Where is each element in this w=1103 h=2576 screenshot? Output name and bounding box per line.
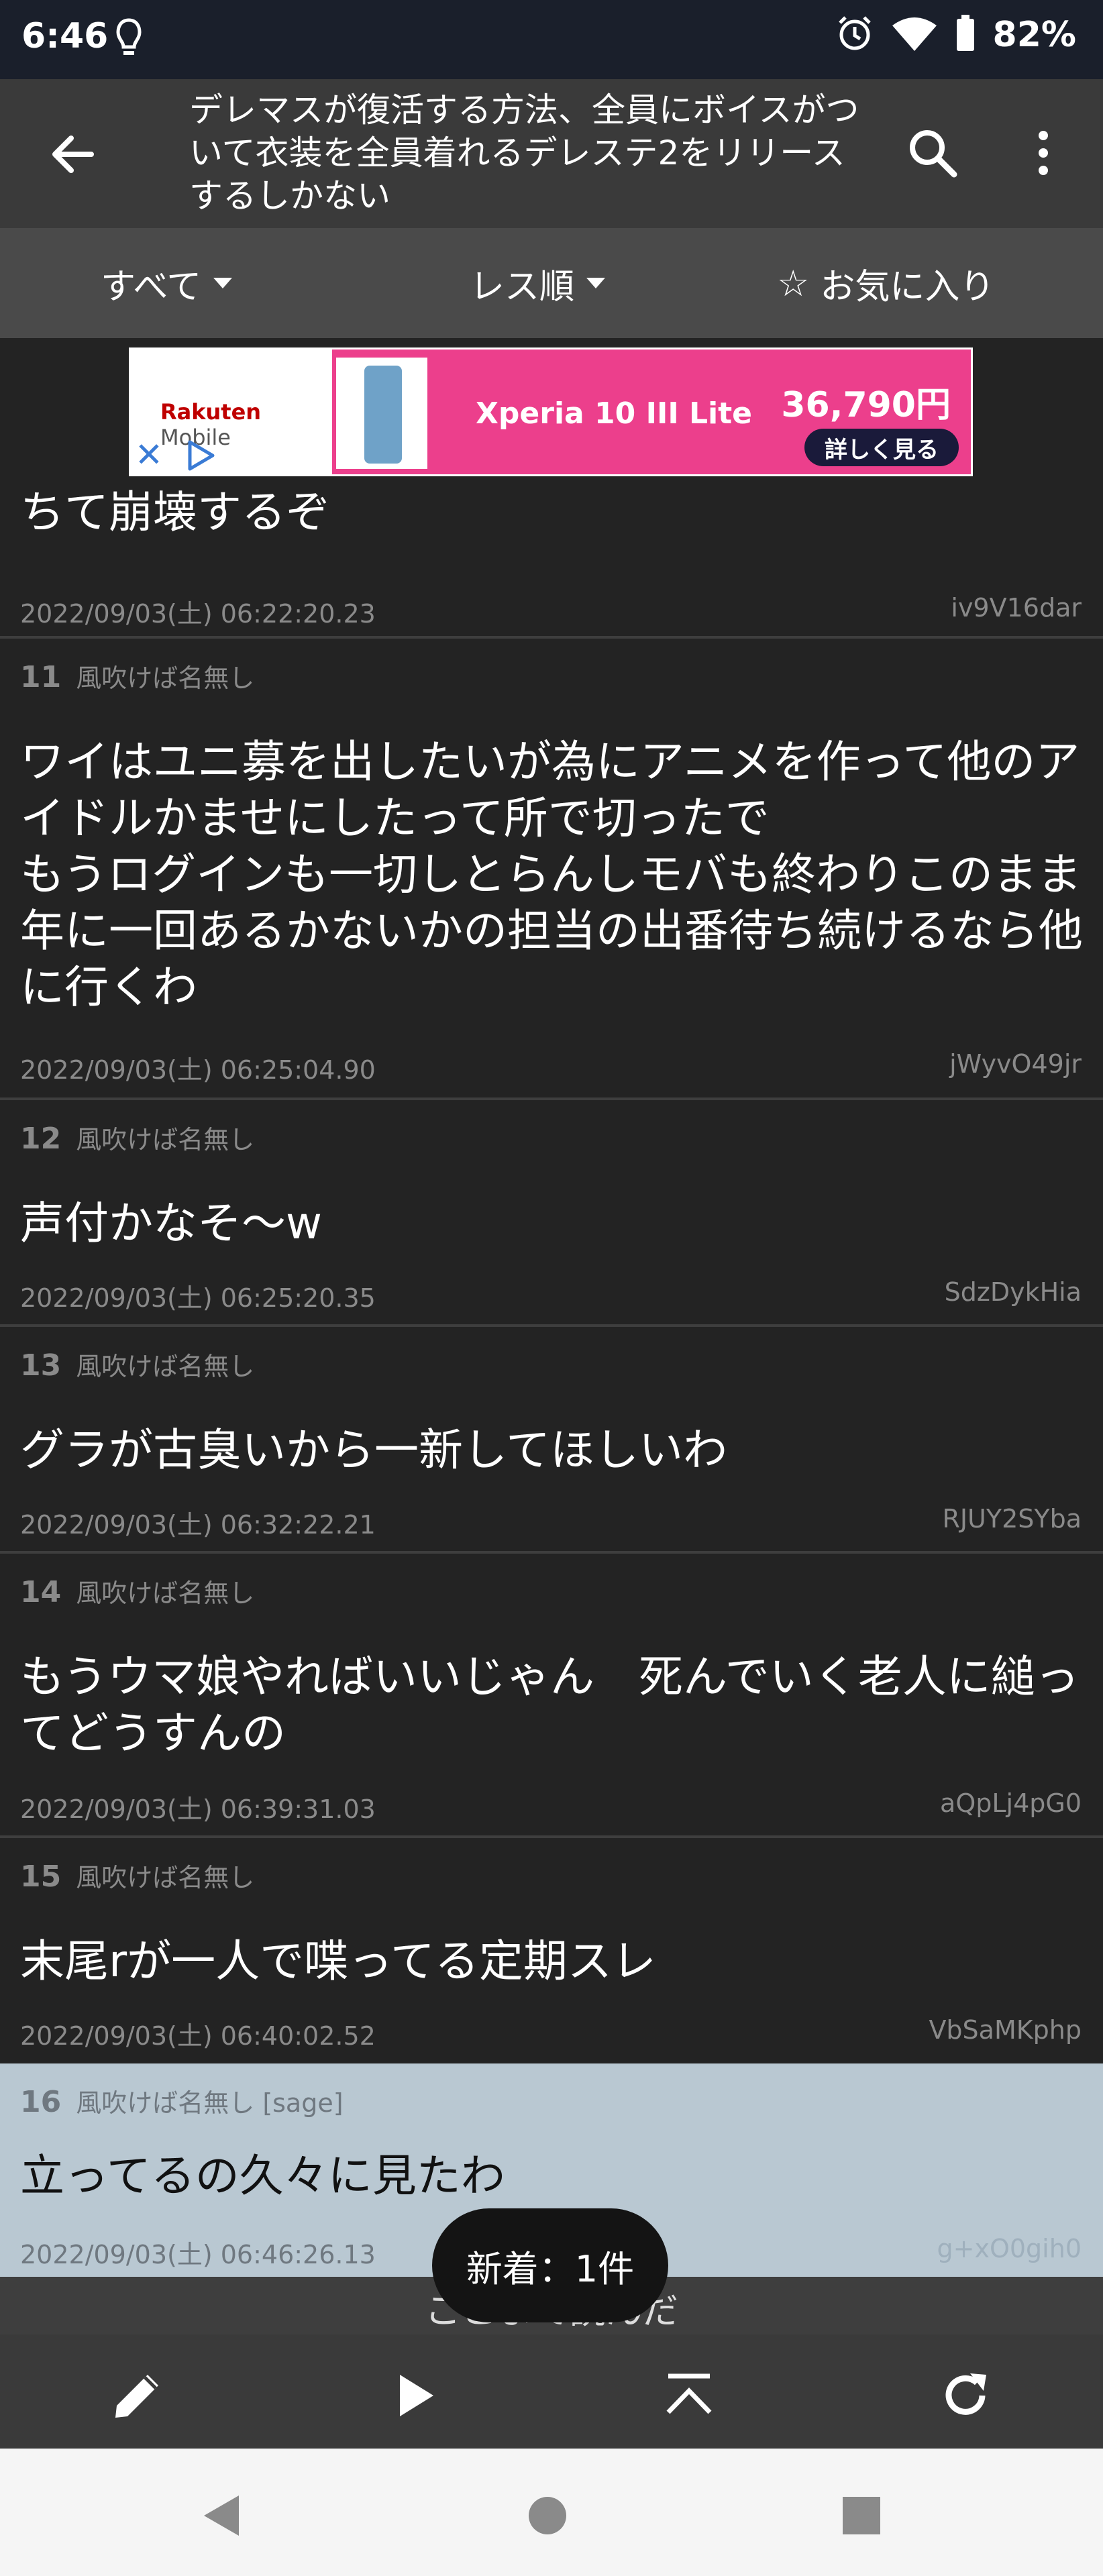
post-author: 風吹けば名無し [sage]	[76, 2088, 344, 2118]
ad-phone-image	[335, 356, 429, 470]
back-arrow-icon[interactable]	[47, 127, 101, 184]
more-vert-icon[interactable]	[1027, 126, 1060, 182]
ad-brand-a: Rakuten	[160, 399, 262, 425]
nav-home-icon[interactable]	[521, 2489, 574, 2545]
play-icon[interactable]	[389, 2365, 443, 2428]
post-id[interactable]: jWyvO49jr	[949, 1049, 1082, 1079]
post-list[interactable]: Rakuten Mobile Xperia 10 III Lite 36,790…	[0, 338, 1103, 2277]
post-body: ワイはユニ募を出したいが為にアニメを作って他のアイドルかませにしたって所で切った…	[20, 736, 1083, 1013]
ad-cta-button[interactable]: 詳しく見る	[804, 429, 959, 466]
post-id[interactable]: aQpLj4pG0	[940, 1788, 1082, 1818]
filter-tabs: すべて レス順 ☆ お気に入り	[0, 228, 1103, 338]
battery-icon	[955, 15, 976, 55]
post-number[interactable]: 13	[20, 1348, 61, 1383]
post-id[interactable]: g+xO0gih0	[937, 2234, 1082, 2263]
tab-favorites-label: お気に入り	[820, 266, 995, 307]
thread-title: デレマスが復活する方法、全員にボイスがついて衣装を全員着れるデレステ2をリリース…	[189, 91, 859, 215]
partial-post-meta: 2022/09/03(土) 06:22:20.23 iv9V16dar	[20, 593, 1082, 630]
post-header: 15 風吹けば名無し	[20, 1857, 254, 1894]
post-body: グラが古臭いから一新してほしいわ	[20, 1424, 728, 1476]
post-number[interactable]: 11	[20, 660, 61, 694]
ad-banner[interactable]: Rakuten Mobile Xperia 10 III Lite 36,790…	[129, 347, 973, 476]
post-id[interactable]: VbSaMKphp	[929, 2015, 1082, 2045]
search-icon[interactable]	[906, 126, 959, 182]
post-author: 風吹けば名無し	[76, 1125, 255, 1155]
post-header: 13 風吹けば名無し	[20, 1346, 254, 1383]
post-header: 11 風吹けば名無し	[20, 657, 254, 694]
ad-close-icon[interactable]: ✕	[135, 435, 163, 474]
post-date: 2022/09/03(土) 06:32:22.21	[20, 1510, 376, 1540]
app-bar: デレマスが復活する方法、全員にボイスがついて衣装を全員着れるデレステ2をリリース…	[0, 79, 1103, 228]
post-12[interactable]: 12 風吹けば名無し 声付かなそ〜w 2022/09/03(土) 06:25:20…	[0, 1100, 1103, 1324]
post-11[interactable]: 11 風吹けば名無し ワイはユニ募を出したいが為にアニメを作って他のアイドルかませ…	[0, 639, 1103, 1097]
post-14[interactable]: 14 風吹けば名無し もうウマ娘やればいいじゃん 死んでいく老人に縋ってどうすんの…	[0, 1554, 1103, 1835]
post-date: 2022/09/03(土) 06:25:04.90	[20, 1055, 376, 1085]
tab-all-label: すべて	[101, 266, 202, 307]
post-id[interactable]: RJUY2SYba	[942, 1504, 1082, 1534]
pencil-icon[interactable]	[107, 2365, 168, 2428]
status-time: 6:46	[21, 16, 109, 56]
post-header: 14 風吹けば名無し	[20, 1572, 254, 1609]
post-body: 末尾rが一人で喋ってる定期スレ	[20, 1935, 656, 1987]
ad-product: Xperia 10 III Lite	[476, 396, 753, 431]
caret-down-icon	[586, 278, 606, 288]
post-15[interactable]: 15 風吹けば名無し 末尾rが一人で喋ってる定期スレ 2022/09/03(土) …	[0, 1838, 1103, 2062]
tab-reply-order[interactable]: レス順	[470, 228, 606, 338]
tab-all[interactable]: すべて	[101, 228, 233, 338]
post-author: 風吹けば名無し	[76, 663, 255, 693]
post-header: 16 風吹けば名無し [sage]	[20, 2082, 344, 2119]
status-bar: 6:46 82%	[0, 0, 1103, 79]
scroll-top-icon[interactable]	[659, 2365, 719, 2428]
post-id[interactable]: SdzDykHia	[945, 1277, 1082, 1307]
post-id[interactable]: iv9V16dar	[951, 593, 1082, 623]
post-author: 風吹けば名無し	[76, 1352, 255, 1381]
post-date: 2022/09/03(土) 06:39:31.03	[20, 1794, 376, 1824]
post-number[interactable]: 16	[20, 2085, 61, 2119]
post-date: 2022/09/03(土) 06:25:20.35	[20, 1283, 376, 1313]
battery-percent: 82%	[992, 15, 1076, 55]
tab-favorites[interactable]: ☆ お気に入り	[777, 228, 994, 338]
lightbulb-icon	[115, 17, 142, 63]
ad-choices-icon[interactable]	[185, 439, 217, 474]
wifi-icon	[891, 15, 938, 55]
post-body: 声付かなそ〜w	[20, 1197, 322, 1249]
partial-post-body: ちて崩壊するぞ	[20, 486, 330, 538]
nav-recents-icon[interactable]	[835, 2489, 888, 2545]
post-header: 12 風吹けば名無し	[20, 1119, 254, 1156]
star-icon: ☆	[777, 262, 810, 305]
alarm-icon	[836, 15, 874, 55]
post-13[interactable]: 13 風吹けば名無し グラが古臭いから一新してほしいわ 2022/09/03(土)…	[0, 1327, 1103, 1551]
tab-reply-order-label: レス順	[470, 266, 575, 307]
post-author: 風吹けば名無し	[76, 1863, 255, 1892]
refresh-icon[interactable]	[935, 2365, 996, 2428]
post-number[interactable]: 14	[20, 1575, 61, 1609]
post-body: 立ってるの久々に見たわ	[20, 2150, 505, 2202]
post-number[interactable]: 12	[20, 1122, 61, 1156]
post-number[interactable]: 15	[20, 1860, 61, 1894]
bottom-toolbar	[0, 2334, 1103, 2449]
new-posts-toast[interactable]: 新着：1件	[432, 2208, 668, 2322]
post-author: 風吹けば名無し	[76, 1578, 255, 1608]
post-date: 2022/09/03(土) 06:46:26.13	[20, 2240, 376, 2269]
post-date: 2022/09/03(土) 06:22:20.23	[20, 599, 376, 629]
system-nav-bar	[0, 2449, 1103, 2576]
post-body: もうウマ娘やればいいじゃん 死んでいく老人に縋ってどうすんの	[20, 1651, 1080, 1759]
ad-price: 36,790円	[781, 385, 951, 425]
caret-down-icon	[213, 278, 233, 288]
post-date: 2022/09/03(土) 06:40:02.52	[20, 2021, 376, 2051]
nav-back-icon[interactable]	[195, 2489, 248, 2545]
